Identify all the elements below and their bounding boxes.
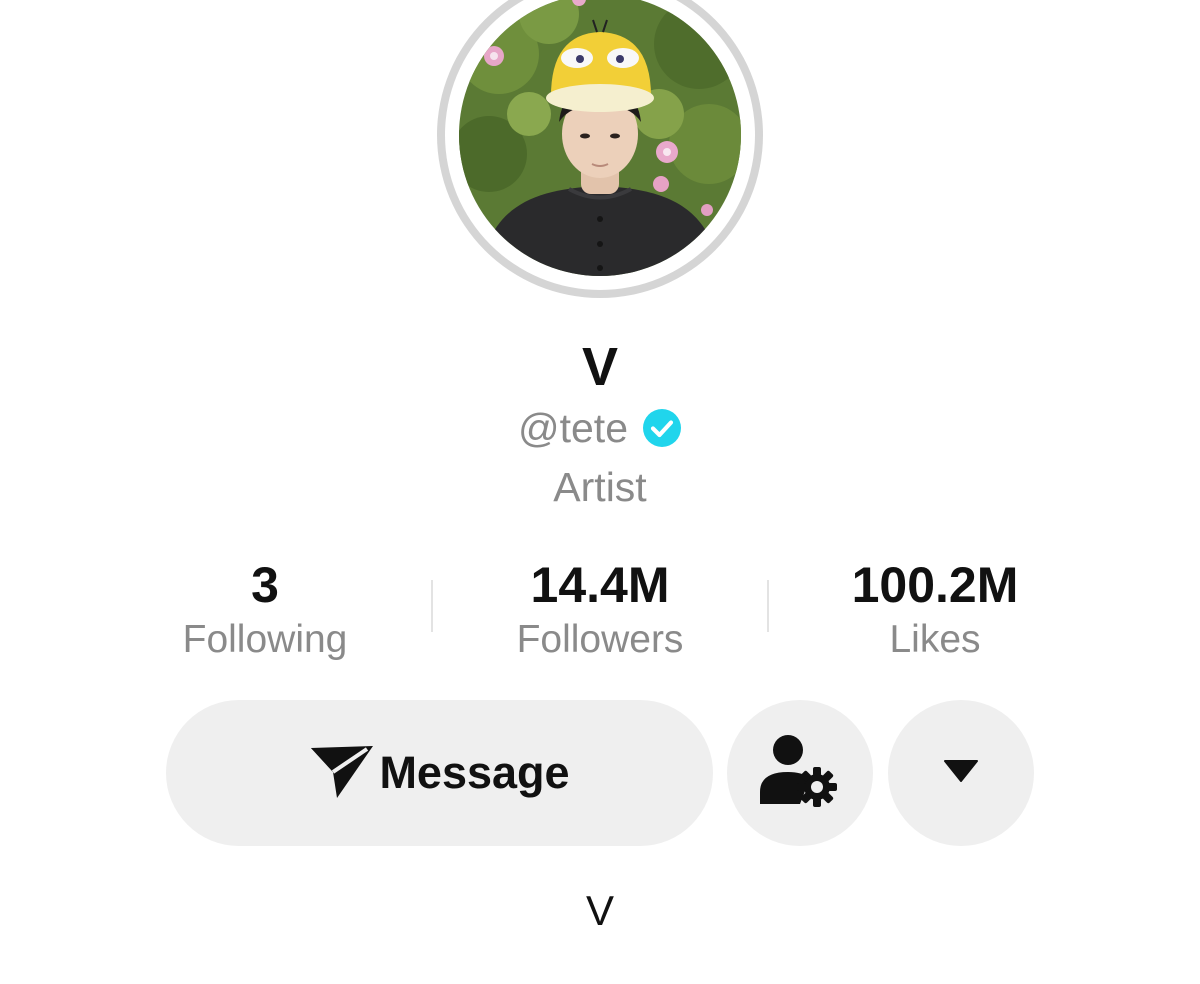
following-stat[interactable]: 3 Following xyxy=(115,556,415,666)
follow-settings-button[interactable] xyxy=(727,700,873,846)
message-button[interactable]: Message xyxy=(166,700,713,846)
followers-label: Followers xyxy=(516,618,684,661)
following-count: 3 xyxy=(251,557,279,613)
followers-stat[interactable]: 14.4M Followers xyxy=(450,556,750,666)
display-name: V xyxy=(581,337,619,397)
likes-count: 100.2M xyxy=(851,557,1019,613)
stat-divider xyxy=(767,580,769,632)
avatar-photo xyxy=(459,0,741,276)
stat-divider xyxy=(431,580,433,632)
followers-count: 14.4M xyxy=(530,557,670,613)
account-category: Artist xyxy=(553,464,647,510)
message-button-label: Message xyxy=(379,747,570,798)
avatar[interactable] xyxy=(437,0,763,298)
caret-down-icon xyxy=(943,759,979,788)
verified-badge-icon xyxy=(642,408,682,448)
likes-stat[interactable]: 100.2M Likes xyxy=(785,556,1085,666)
avatar-frame xyxy=(445,0,755,290)
likes-label: Likes xyxy=(889,618,981,661)
username-handle: @tete xyxy=(517,405,628,451)
handle-row: @tete xyxy=(0,404,1200,452)
person-gear-icon xyxy=(760,734,840,813)
more-options-button[interactable] xyxy=(888,700,1034,846)
avatar-illustration xyxy=(459,0,741,276)
send-icon xyxy=(309,742,375,805)
following-label: Following xyxy=(182,618,348,661)
profile-bio: V xyxy=(585,887,614,934)
